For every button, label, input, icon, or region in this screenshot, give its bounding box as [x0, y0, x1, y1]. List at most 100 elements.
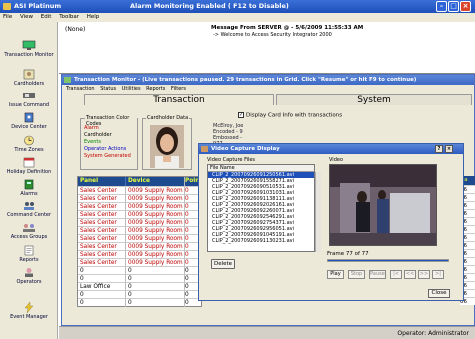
table-row[interactable]: Sales Center 0009 Supply Room 0 [78, 226, 201, 235]
transaction-monitor-title: Transaction Monitor - (Live transactions… [74, 77, 417, 83]
file-name-header[interactable]: File Name [208, 165, 314, 172]
sidebar-item-alarms[interactable]: Alarms [0, 179, 58, 197]
transaction-monitor-menu: Transaction Status Utilities Reports Fil… [62, 85, 474, 93]
menu-help[interactable]: Help [87, 14, 100, 20]
tab-system[interactable]: System [276, 94, 472, 105]
table-row[interactable]: Sales Center 0009 Supply Room 0 [78, 186, 201, 195]
operators-icon [25, 268, 33, 277]
sidebar: Transaction Monitor Cardholders Issue Co… [0, 22, 58, 339]
table-row[interactable]: 000 [78, 290, 201, 299]
sidebar-label: Alarms [20, 191, 38, 197]
table-row[interactable]: Sales Center 0009 Supply Room 0 [78, 210, 201, 219]
table-row[interactable]: 000 [78, 274, 201, 283]
sidebar-item-reports[interactable]: Reports [0, 245, 58, 263]
rewind-button[interactable]: << [404, 270, 416, 279]
stop-button[interactable]: Stop [348, 270, 365, 279]
sidebar-item-event-manager[interactable]: Event Manager [0, 302, 58, 320]
table-row[interactable]: Law Office 0 0 [78, 282, 201, 291]
play-button[interactable]: Play [327, 270, 344, 279]
sidebar-item-issue-command[interactable]: Issue Command [0, 90, 58, 108]
reports-icon [24, 245, 34, 256]
message-header: Message From SERVER @ - 5/6/2009 11:55:3… [211, 25, 364, 31]
video-file-list[interactable]: File Name CLIP_2_20070926091250561.avi CL… [207, 164, 321, 252]
fast-forward-button[interactable]: >> [418, 270, 430, 279]
app-title: ASI Platinum [14, 2, 62, 10]
sidebar-label: Operators [16, 279, 42, 285]
minimize-button[interactable]: – [436, 1, 447, 12]
display-card-checkbox[interactable]: ✓ [238, 112, 244, 118]
window-icon [201, 146, 208, 152]
sidebar-item-access-groups[interactable]: Access Groups [0, 222, 58, 240]
menu-transaction[interactable]: Transaction [66, 86, 95, 92]
sidebar-label: Cardholders [13, 81, 45, 87]
close-window-button[interactable]: × [460, 1, 471, 12]
sidebar-label: Holiday Definition [6, 169, 52, 175]
sidebar-item-cardholders[interactable]: Cardholders [0, 69, 58, 87]
seek-progress [328, 260, 448, 261]
tab-transaction[interactable]: Transaction [84, 94, 274, 105]
menu-toolbar[interactable]: Toolbar [59, 14, 79, 20]
dialog-close-button[interactable]: × [445, 145, 453, 153]
sidebar-label: Access Groups [10, 234, 48, 240]
table-row[interactable]: Sales Center 0009 Supply Room 0 [78, 194, 201, 203]
operator-status: Operator: Administrator [397, 330, 469, 337]
col-device[interactable]: Device [125, 177, 183, 186]
table-row[interactable]: 000 [78, 266, 201, 275]
sidebar-item-operators[interactable]: Operators [0, 267, 58, 285]
list-item[interactable]: CLIP_2_20070926091130231.avi [208, 238, 314, 244]
table-row[interactable]: Sales Center 0009 Supply Room 0 [78, 250, 201, 259]
video-frame [329, 164, 437, 246]
sidebar-label: Issue Command [8, 102, 50, 108]
table-row[interactable]: Sales Center 0009 Supply Room 0 [78, 258, 201, 267]
table-row[interactable]: Sales Center 0009 Supply Room 0 [78, 242, 201, 251]
help-button[interactable]: ? [435, 145, 443, 153]
file-list-scrollbar[interactable] [315, 172, 321, 252]
table-row[interactable]: 000 [78, 298, 201, 307]
transaction-monitor-titlebar: Transaction Monitor - (Live transactions… [62, 75, 474, 85]
message-panel: (None) Message From SERVER @ - 5/6/2009 … [59, 22, 475, 74]
sidebar-item-transaction-monitor[interactable]: Transaction Monitor [0, 40, 58, 58]
code-system-generated: System Generated [84, 153, 131, 159]
sidebar-item-time-zones[interactable]: Time Zones [0, 135, 58, 153]
cell-panel: 0 [80, 300, 84, 306]
cardholder-icon [23, 69, 35, 80]
cardholder-photo [150, 125, 184, 168]
last-frame-button[interactable]: >| [432, 270, 444, 279]
message-filter[interactable]: (None) [65, 26, 85, 33]
first-frame-button[interactable]: |< [390, 270, 402, 279]
command-center-icon [24, 202, 34, 210]
cell-device: 0 [125, 299, 183, 307]
sidebar-label: Command Center [6, 212, 52, 218]
video-capture-title: Video Capture Display [211, 146, 280, 152]
delete-button[interactable]: Delete [211, 259, 235, 269]
video-still [330, 165, 436, 245]
sidebar-item-command-center[interactable]: Command Center [0, 200, 58, 218]
code-alarm: Alarm [84, 125, 99, 131]
video-label: Video [329, 157, 344, 163]
menu-edit[interactable]: Edit [41, 14, 52, 20]
transactions-grid[interactable]: Panel Device Poin Sales Center 0009 Suppl… [77, 176, 202, 307]
pause-button[interactable]: Pause [369, 270, 386, 279]
alarm-icon [24, 179, 34, 190]
sidebar-item-holiday-definition[interactable]: Holiday Definition [0, 157, 58, 175]
table-row[interactable]: Sales Center 0009 Supply Room 0 [78, 234, 201, 243]
calendar-icon [23, 157, 35, 168]
menu-view[interactable]: View [20, 14, 33, 20]
display-card-checkbox-row[interactable]: ✓ Display Card Info with transactions [238, 112, 342, 119]
col-panel[interactable]: Panel [80, 177, 122, 186]
maximize-button[interactable]: □ [448, 1, 459, 12]
menu-reports[interactable]: Reports [146, 86, 165, 92]
sidebar-item-device-center[interactable]: Device Center [0, 112, 58, 130]
menu-filters[interactable]: Filters [171, 86, 186, 92]
menu-utilities[interactable]: Utilities [122, 86, 141, 92]
menu-status[interactable]: Status [100, 86, 116, 92]
message-text: -> Welcome to Access Security Integrator… [213, 32, 332, 38]
menu-file[interactable]: File [3, 14, 12, 20]
command-icon [23, 93, 35, 98]
table-row[interactable]: Sales Center 0009 Supply Room 0 [78, 218, 201, 227]
sidebar-label: Time Zones [14, 147, 44, 153]
seek-bar[interactable] [327, 259, 449, 262]
menu-bar: File View Edit Toolbar Help [0, 13, 475, 22]
close-button[interactable]: Close [428, 289, 450, 298]
table-row[interactable]: Sales Center 0009 Supply Room 0 [78, 202, 201, 211]
